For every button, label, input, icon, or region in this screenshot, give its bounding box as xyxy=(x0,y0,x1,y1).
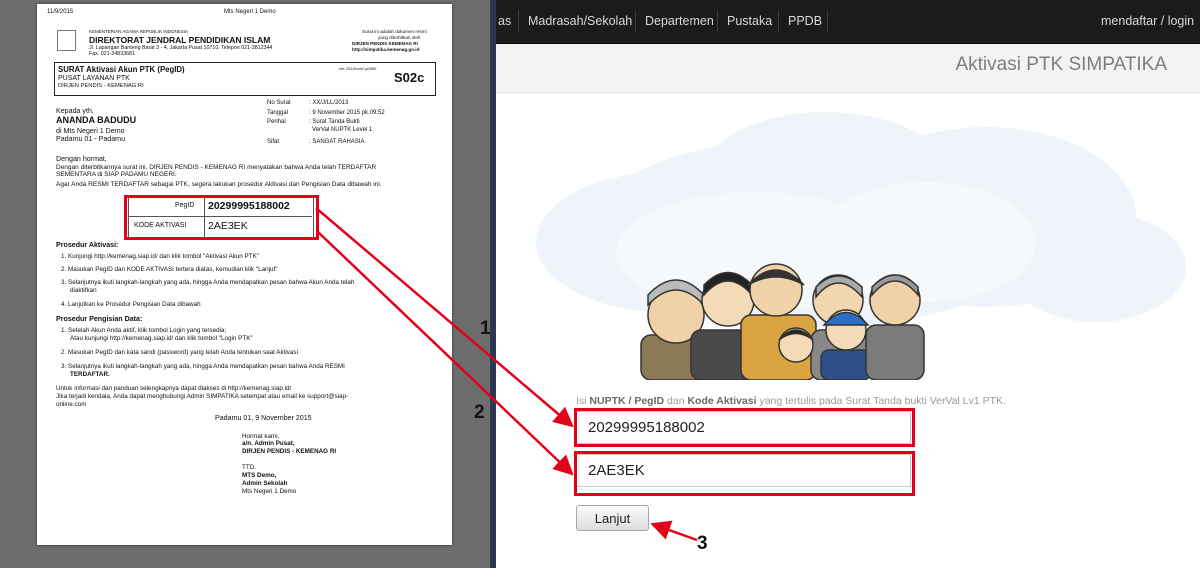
top-navbar: as Madrasah/Sekolah Departemen Pustaka P… xyxy=(496,0,1200,44)
annotation-number-2: 2 xyxy=(474,402,485,423)
doc-akt-3a: 3. Selanjutnya ikuti langkah-langkah yan… xyxy=(61,279,355,286)
doc-body-3: Agar Anda RESMI TERDAFTAR sebagai PTK, s… xyxy=(56,181,382,188)
doc-info-1: Untuk informasi dan panduan selengkapnya… xyxy=(56,385,292,392)
doc-an: a/n. Admin Pusat, xyxy=(242,440,295,447)
doc-info-3: online.com xyxy=(56,401,87,408)
doc-prosedur-aktivasi: Prosedur Aktivasi: xyxy=(56,241,119,249)
doc-dirjen: DIRJEN PENDIS - KEMENAG RI xyxy=(58,83,144,89)
nav-separator xyxy=(827,10,828,33)
doc-peng-3a: 3. Selanjutnya ikuti langkah-langkah yan… xyxy=(61,363,345,370)
nav-separator xyxy=(778,10,779,33)
page-header-bar: Aktivasi PTK SIMPATIKA xyxy=(496,44,1200,93)
doc-greeting: Dengan hormat, xyxy=(56,155,107,163)
doc-peng-3b: TERDAFTAR. xyxy=(70,371,110,378)
nav-item-pustaka[interactable]: Pustaka xyxy=(727,14,772,28)
doc-fax: Fax. 021-34833681 xyxy=(89,51,135,57)
doc-peng-1a: 1. Setelah Akun Anda aktif, klik tombol … xyxy=(61,327,227,334)
doc-perihal-2: VerVal NUPTK Level 1 xyxy=(312,127,373,133)
doc-directorate: DIREKTORAT JENDRAL PENDIDIKAN ISLAM xyxy=(89,35,271,45)
doc-body-2: SEMENTARA di SIAP PADAMU NEGERI. xyxy=(56,171,177,178)
instruction-mid: dan xyxy=(664,395,688,407)
doc-sifat: : SANGAT RAHASIA xyxy=(309,139,365,145)
doc-akt-1: 1. Kunjungi http://kemenag.siap.id/ dan … xyxy=(61,253,260,260)
doc-admin-sekolah: Admin Sekolah xyxy=(242,480,288,487)
annotation-number-3: 3 xyxy=(697,533,708,554)
doc-perihal-label: Perihal xyxy=(267,119,286,125)
instruction-suffix: yang tertulis pada Surat Tanda bukti Ver… xyxy=(756,395,1006,407)
doc-ministry: KEMENTERIAN AGAMA REPUBLIK INDONESIA xyxy=(89,29,189,34)
doc-mts-demo: MTS Demo, xyxy=(242,472,277,479)
annotation-number-1: 1 xyxy=(480,318,491,339)
pegid-highlight-box xyxy=(574,408,915,447)
doc-recipient-city: Padamu 01 - Padamu xyxy=(56,135,126,143)
login-link[interactable]: mendaftar / login xyxy=(1101,14,1194,28)
doc-hormat: Hormat kami, xyxy=(242,433,280,440)
doc-ttd: TTD. xyxy=(242,464,256,471)
nav-item-ppdb[interactable]: PPDB xyxy=(788,14,822,28)
doc-recipient-name: ANANDA BADUDU xyxy=(56,115,137,125)
activation-letter-document: 11/9/2015 Mts Negeri 1 Demo KEMENTERIAN … xyxy=(37,4,452,545)
doc-perihal-1: : Surat Tanda Bukti xyxy=(309,119,360,125)
doc-code: S02c xyxy=(394,70,425,85)
nav-item-madrasah[interactable]: Madrasah/Sekolah xyxy=(528,14,632,28)
lanjut-button[interactable]: Lanjut xyxy=(576,505,649,531)
doc-tanggal-label: Tanggal xyxy=(267,110,289,116)
teachers-illustration xyxy=(640,263,925,380)
instruction-prefix: Isi xyxy=(576,395,590,407)
doc-body-1: Dengan diterbitkannya surat ini, DIRJEN … xyxy=(56,164,377,171)
doc-kepada: Kepada yth, xyxy=(56,107,94,115)
form-instruction: Isi NUPTK / PegID dan Kode Aktivasi yang… xyxy=(576,395,1006,407)
doc-date: 11/9/2015 xyxy=(47,9,74,15)
doc-prosedur-pengisian: Prosedur Pengisian Data: xyxy=(56,315,143,323)
instruction-kode: Kode Aktivasi xyxy=(687,395,757,407)
doc-no-surat-label: No Surat xyxy=(267,100,291,106)
doc-pusat: PUSAT LAYANAN PTK xyxy=(58,75,130,82)
doc-place-date: Padamu 01, 9 November 2015 xyxy=(215,414,312,422)
page-title: Aktivasi PTK SIMPATIKA xyxy=(955,54,1167,75)
doc-surat-title: SURAT Aktivasi Akun PTK (PegID) xyxy=(58,65,185,74)
doc-peng-2: 2. Masukan PegID dan kata sandi (passwor… xyxy=(61,349,298,356)
doc-peng-1b: Atau kunjungi http://kemenag.siap.id/ da… xyxy=(70,335,253,342)
doc-info-2: Jika terjadi kendala, Anda dapat menghub… xyxy=(56,393,349,400)
code-highlight-box xyxy=(574,451,915,496)
doc-sifat-label: Sifat xyxy=(267,139,280,145)
doc-header-school: Mts Negeri 1 Demo xyxy=(224,9,276,15)
doc-version: ver.2013/ccb2.p0580 xyxy=(339,66,377,71)
doc-tanggal: : 9 November 2015 pk.09:52 xyxy=(309,110,385,116)
logo-placeholder-icon xyxy=(57,30,76,51)
doc-dirjen-sign: DIRJEN PENDIS - KEMENAG RI xyxy=(242,448,337,455)
doc-validity-3: DIRJEN PENDIS KEMENAG RI xyxy=(352,41,418,46)
simpatika-page: as Madrasah/Sekolah Departemen Pustaka P… xyxy=(496,0,1200,568)
doc-validity-2: yang diterbitkan oleh xyxy=(378,35,421,40)
doc-no-surat: : XX/J/LL/2013 xyxy=(309,100,349,106)
nav-item-departemen[interactable]: Departemen xyxy=(645,14,714,28)
doc-recipient-school: di Mts Negeri 1 Demo xyxy=(56,127,125,135)
doc-validity-4: http://simpatika.kemenag.go.id xyxy=(352,47,420,52)
instruction-nuptk: NUPTK / PegID xyxy=(589,395,665,407)
nav-separator xyxy=(635,10,636,33)
doc-validity-1: Surat ini adalah dokumen resmi xyxy=(362,29,427,34)
doc-highlight-box xyxy=(124,195,319,240)
doc-mts-negeri: Mts Negeri 1 Demo xyxy=(242,488,297,495)
nav-separator xyxy=(717,10,718,33)
doc-akt-2: 2. Masukan PegID dan KODE AKTIVASI terte… xyxy=(61,266,278,273)
nav-separator xyxy=(518,10,519,33)
nav-item-partial[interactable]: as xyxy=(498,14,511,28)
doc-akt-3b: diaktifkan xyxy=(70,287,97,294)
doc-akt-4: 4. Lanjutkan ke Prosedur Pengisian Data … xyxy=(61,301,201,308)
